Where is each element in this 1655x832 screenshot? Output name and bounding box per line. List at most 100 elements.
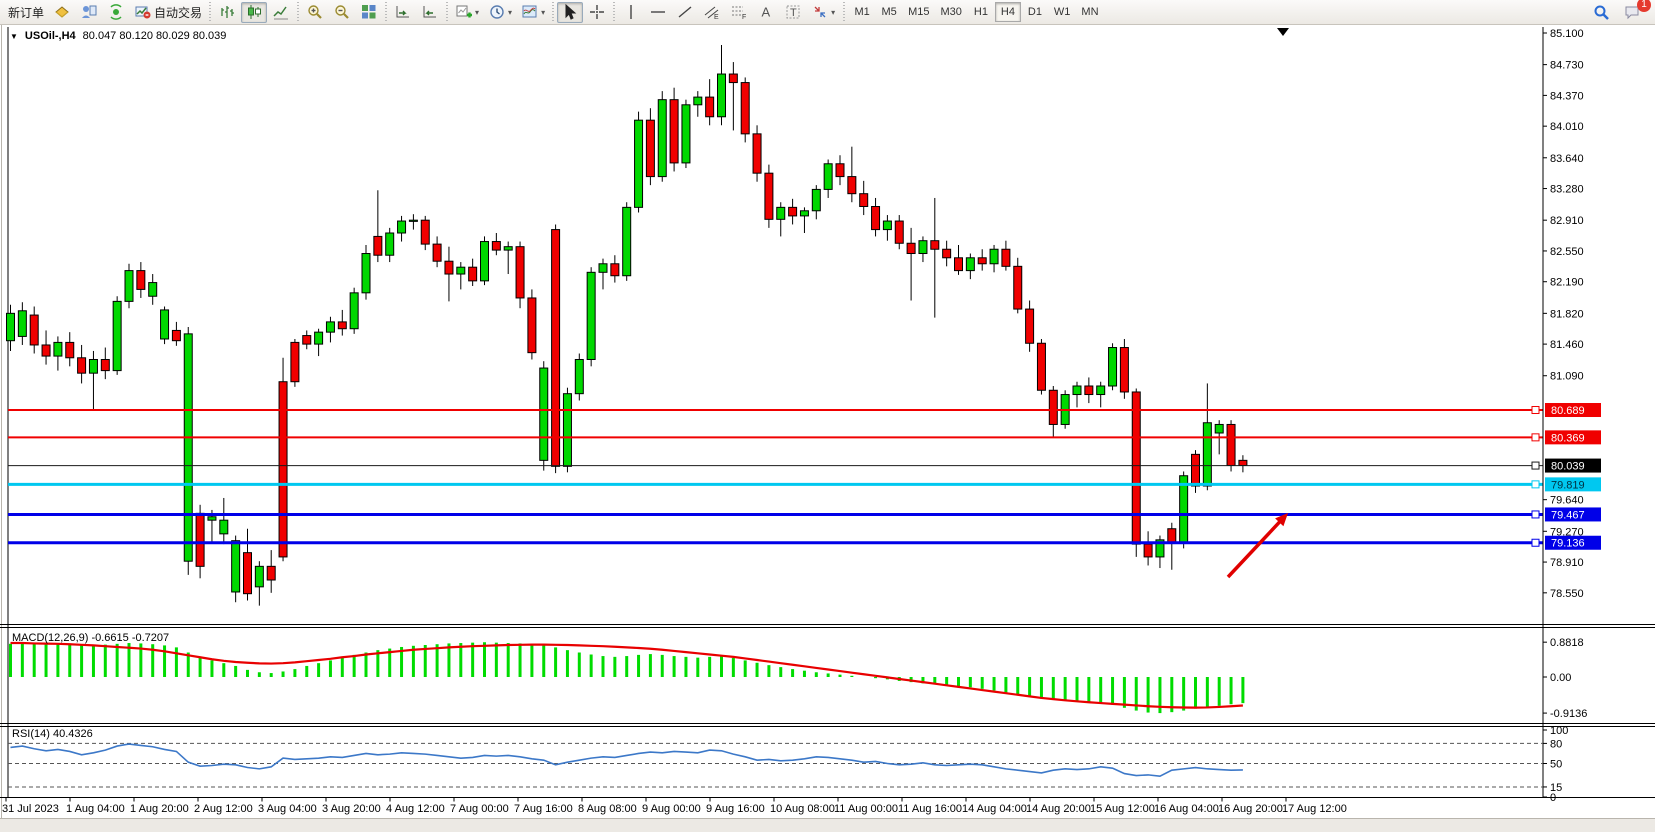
dropdown-arrow-icon[interactable]: ▾ <box>475 8 479 17</box>
candle <box>966 258 974 271</box>
candle <box>362 254 370 293</box>
time-axis-label: 8 Aug 08:00 <box>578 803 637 815</box>
candle <box>990 249 998 264</box>
time-axis-label: 11 Aug 00:00 <box>834 803 898 815</box>
candle <box>718 74 726 117</box>
resistance-line-1-price-text: 80.689 <box>1551 405 1585 417</box>
price-chart-canvas[interactable]: 85.10084.73084.37084.01083.64083.28082.9… <box>0 25 1655 818</box>
candle <box>1120 348 1128 392</box>
channel-button[interactable]: E <box>699 2 725 23</box>
candle <box>481 242 489 281</box>
crosshair-icon <box>588 3 606 21</box>
candle <box>978 258 986 264</box>
auto-trading-button-label: 自动交易 <box>154 4 202 21</box>
candle <box>1002 249 1010 266</box>
zoom-in-button[interactable] <box>302 2 328 23</box>
bars-icon <box>218 3 236 21</box>
timeframe-w1[interactable]: W1 <box>1049 2 1076 22</box>
fibo-icon: F <box>730 3 748 21</box>
time-axis-label: 3 Aug 04:00 <box>258 803 317 815</box>
candle <box>1239 460 1247 465</box>
time-axis-label: 16 Aug 04:00 <box>1154 803 1219 815</box>
line-chart-button[interactable] <box>268 2 294 23</box>
candle <box>943 249 951 258</box>
svg-text:A: A <box>762 5 771 20</box>
price-tick-label: 82.190 <box>1550 277 1584 289</box>
navigator-signal-icon[interactable] <box>103 2 129 23</box>
timeframe-d1[interactable]: D1 <box>1022 2 1048 22</box>
time-axis-label: 9 Aug 16:00 <box>706 803 765 815</box>
current-price-line-handle[interactable] <box>1532 462 1539 469</box>
tile-windows-button[interactable] <box>356 2 382 23</box>
dropdown-arrow-icon[interactable]: ▾ <box>541 8 545 17</box>
candle <box>907 243 915 253</box>
candle <box>30 315 38 345</box>
resistance-line-2-handle[interactable] <box>1532 434 1539 441</box>
macd-indicator-label: MACD(12,26,9) -0.6615 -0.7207 <box>12 632 169 644</box>
vertical-line-button[interactable] <box>618 2 644 23</box>
periods-button[interactable]: ▾ <box>484 2 516 23</box>
candle <box>611 264 619 276</box>
timeframe-h4[interactable]: H4 <box>995 2 1021 22</box>
new-order-button[interactable]: 新订单 <box>4 2 48 23</box>
price-tick-label: 83.280 <box>1550 184 1584 196</box>
candle <box>7 313 15 340</box>
timeframe-mn[interactable]: MN <box>1076 2 1103 22</box>
candle <box>149 283 157 297</box>
candle <box>540 368 548 460</box>
timeframe-m15[interactable]: M15 <box>903 2 934 22</box>
timeframe-m5[interactable]: M5 <box>876 2 902 22</box>
dropdown-arrow-icon[interactable]: ▾ <box>508 8 512 17</box>
timeframe-h1[interactable]: H1 <box>968 2 994 22</box>
candle <box>883 221 891 230</box>
candle <box>457 267 465 274</box>
candle <box>552 230 560 467</box>
candle <box>504 247 512 250</box>
cursor-button[interactable] <box>557 2 583 23</box>
candle <box>919 241 927 254</box>
arrows-button[interactable]: ▾ <box>807 2 839 23</box>
support-line-blue-2-handle[interactable] <box>1532 539 1539 546</box>
auto-trading-button[interactable]: 自动交易 <box>130 2 206 23</box>
auto-scroll-button[interactable] <box>390 2 416 23</box>
candle <box>528 298 536 353</box>
new-chart-button[interactable]: ▾ <box>451 2 483 23</box>
toolbar-separator <box>297 2 299 22</box>
support-line-blue-1-price-text: 79.467 <box>1551 509 1585 521</box>
labelT-icon: T <box>784 3 802 21</box>
search-icon[interactable] <box>1589 2 1614 23</box>
bar-chart-button[interactable] <box>214 2 240 23</box>
support-line-blue-1-handle[interactable] <box>1532 511 1539 518</box>
price-tick-label: 84.010 <box>1550 121 1584 133</box>
template-icon <box>521 3 539 21</box>
text-button[interactable]: A <box>753 2 779 23</box>
market-watch-icon[interactable] <box>76 2 102 23</box>
label-button[interactable]: T <box>780 2 806 23</box>
dropdown-arrow-icon[interactable]: ▾ <box>831 8 835 17</box>
autotrade-icon <box>134 3 152 21</box>
templates-button[interactable]: ▾ <box>517 2 549 23</box>
chart-window[interactable]: ▼ USOil-,H4 80.047 80.120 80.029 80.039 … <box>0 25 1655 832</box>
resistance-line-1-handle[interactable] <box>1532 407 1539 414</box>
price-tick-label: 84.730 <box>1550 60 1584 72</box>
notifications-chat-icon[interactable]: 1 <box>1620 2 1645 23</box>
chart-shift-button[interactable] <box>417 2 443 23</box>
candle <box>315 332 323 344</box>
candlestick-chart-button[interactable] <box>241 2 267 23</box>
zoom-out-button[interactable] <box>329 2 355 23</box>
horizontal-line-button[interactable] <box>645 2 671 23</box>
fibonacci-button[interactable]: F <box>726 2 752 23</box>
candle <box>587 272 595 359</box>
toolbar-separator <box>843 2 845 22</box>
candle <box>777 207 785 219</box>
trendline-button[interactable] <box>672 2 698 23</box>
one-click-book-icon[interactable] <box>49 2 75 23</box>
candle <box>516 247 524 298</box>
support-line-cyan-handle[interactable] <box>1532 481 1539 488</box>
candle <box>101 359 109 370</box>
crosshair-button[interactable] <box>584 2 610 23</box>
timeframe-m1[interactable]: M1 <box>849 2 875 22</box>
textA-icon: A <box>757 3 775 21</box>
window-collapse-icon[interactable]: ▼ <box>10 32 18 41</box>
timeframe-m30[interactable]: M30 <box>936 2 967 22</box>
